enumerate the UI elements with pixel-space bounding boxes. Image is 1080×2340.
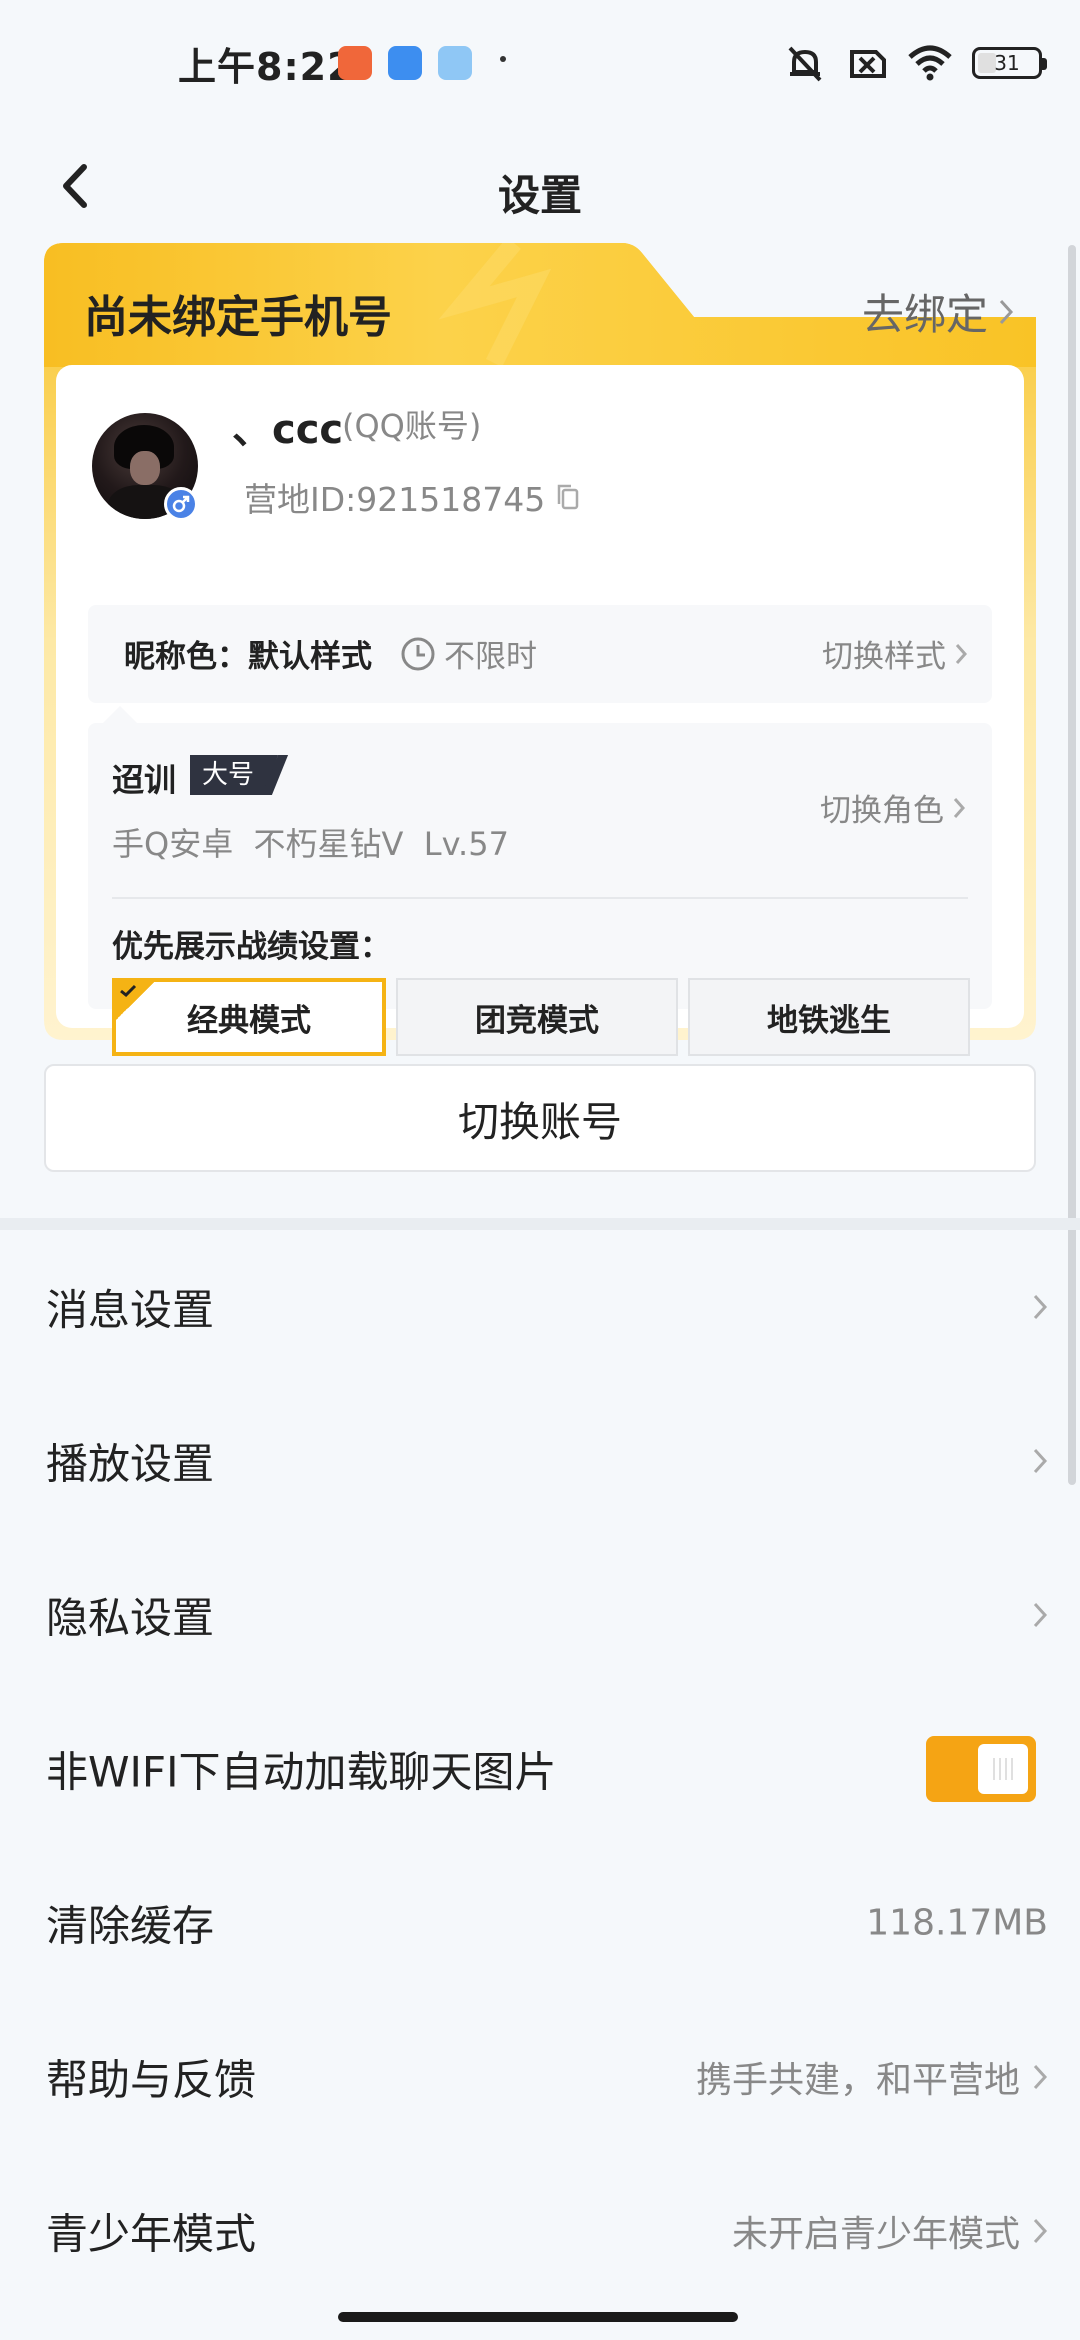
setting-value: 携手共建，和平营地 bbox=[695, 2060, 1020, 2101]
switch-role-label: 切换角色 bbox=[820, 793, 944, 829]
setting-message[interactable]: 消息设置 bbox=[0, 1230, 1080, 1384]
switch-style-link[interactable]: 切换样式 bbox=[822, 631, 968, 676]
chevron-right-icon bbox=[1033, 2218, 1048, 2244]
no-sim-icon bbox=[850, 50, 886, 78]
status-icons: 31 bbox=[782, 40, 1047, 86]
bind-phone-notice: 尚未绑定手机号 bbox=[84, 292, 392, 343]
male-gender-icon bbox=[164, 487, 198, 521]
setting-label: 隐私设置 bbox=[46, 1593, 215, 1643]
color-duration-text: 不限时 bbox=[444, 639, 537, 675]
chevron-right-icon bbox=[1033, 2064, 1048, 2090]
setting-label: 消息设置 bbox=[46, 1285, 215, 1335]
switch-account-button[interactable]: 切换账号 bbox=[44, 1064, 1036, 1172]
chevron-right-icon bbox=[1033, 1294, 1048, 1320]
nickname-color-row: 昵称色：默认样式 不限时 切换样式 bbox=[88, 605, 992, 703]
clock-icon bbox=[401, 637, 435, 670]
setting-label: 播放设置 bbox=[46, 1439, 215, 1489]
role-name: 迢训 bbox=[112, 761, 177, 799]
home-indicator[interactable] bbox=[338, 2312, 738, 2322]
camp-id-text: 营地ID:921518745 bbox=[244, 480, 546, 519]
wallet-app-icon bbox=[388, 46, 422, 80]
toggle-knob bbox=[978, 1744, 1028, 1794]
mode-label: 团竞模式 bbox=[475, 1002, 599, 1039]
game-app-icon bbox=[438, 46, 472, 80]
account-details: 、ccc (QQ账号) 营地ID:921518745 昵称色：默认样式 不限时 … bbox=[56, 365, 1024, 1056]
setting-playback[interactable]: 播放设置 bbox=[0, 1384, 1080, 1538]
setting-value: 未开启青少年模式 bbox=[731, 2214, 1020, 2255]
switch-style-label: 切换样式 bbox=[822, 639, 946, 675]
mode-label: 地铁逃生 bbox=[767, 1002, 891, 1039]
account-type: (QQ账号) bbox=[342, 407, 482, 445]
role-box-pointer bbox=[102, 706, 138, 724]
setting-label: 青少年模式 bbox=[46, 2209, 257, 2259]
setting-right: 携手共建，和平营地 bbox=[696, 2051, 1048, 2103]
setting-label: 非WIFI下自动加载聊天图片 bbox=[46, 1747, 557, 1797]
mode-selector: 经典模式 团竞模式 地铁逃生 bbox=[112, 978, 970, 1056]
setting-privacy[interactable]: 隐私设置 bbox=[0, 1538, 1080, 1692]
auto-load-toggle[interactable] bbox=[926, 1736, 1036, 1802]
page-title: 设置 bbox=[497, 171, 582, 220]
setting-right bbox=[1032, 1293, 1048, 1321]
setting-right bbox=[1032, 1601, 1048, 1629]
battery-indicator: 31 bbox=[972, 47, 1047, 79]
mode-team-button[interactable]: 团竞模式 bbox=[396, 978, 678, 1056]
mute-bell-icon bbox=[788, 46, 822, 82]
role-info: 手Q安卓 不朽星钻V Lv.57 bbox=[112, 825, 509, 863]
setting-label: 清除缓存 bbox=[46, 1901, 215, 1951]
switch-role-link[interactable]: 切换角色 bbox=[820, 785, 966, 830]
mode-metro-button[interactable]: 地铁逃生 bbox=[688, 978, 970, 1056]
setting-right: 未开启青少年模式 bbox=[732, 2205, 1048, 2257]
mode-label: 经典模式 bbox=[187, 1002, 311, 1039]
chevron-right-icon bbox=[955, 643, 968, 664]
cache-size: 118.17MB bbox=[866, 1902, 1048, 1944]
mall-app-icon bbox=[338, 46, 372, 80]
battery-level: 31 bbox=[994, 51, 1020, 75]
setting-clear-cache[interactable]: 清除缓存 118.17MB bbox=[0, 1846, 1080, 2000]
setting-help-feedback[interactable]: 帮助与反馈 携手共建，和平营地 bbox=[0, 2000, 1080, 2154]
setting-label: 帮助与反馈 bbox=[46, 2055, 257, 2105]
selected-check-icon bbox=[116, 982, 154, 1020]
setting-right bbox=[1032, 1447, 1048, 1475]
mode-classic-button[interactable]: 经典模式 bbox=[112, 978, 386, 1056]
copy-icon[interactable] bbox=[555, 482, 581, 512]
role-box: 迢训 大号 手Q安卓 不朽星钻V Lv.57 切换角色 优先展示战绩设置： 经典… bbox=[88, 723, 992, 1056]
preference-label: 优先展示战绩设置： bbox=[112, 929, 391, 965]
chevron-right-icon bbox=[999, 299, 1014, 324]
bind-phone-link-label: 去绑定 bbox=[861, 290, 988, 339]
nickname: 、ccc bbox=[232, 407, 344, 453]
account-card: 尚未绑定手机号 去绑定 、ccc (QQ账号) 营地ID:921518745 昵… bbox=[44, 243, 1036, 1056]
notification-dot bbox=[500, 56, 506, 62]
chevron-right-icon bbox=[1033, 1448, 1048, 1474]
divider bbox=[112, 897, 968, 899]
chevron-right-icon bbox=[953, 797, 966, 818]
color-duration: 不限时 bbox=[400, 631, 537, 676]
setting-auto-load-images: 非WIFI下自动加载聊天图片 bbox=[0, 1692, 1080, 1846]
section-divider bbox=[0, 1218, 1080, 1230]
settings-list: 消息设置 播放设置 隐私设置 非WIFI下自动加载聊天图片 清除缓存 118.1… bbox=[0, 1230, 1080, 2308]
wifi-icon bbox=[908, 45, 952, 81]
settings-screen: 上午8:22 31 设置 尚未绑定手机号 去绑定 、ccc (QQ账号) 营地I… bbox=[0, 0, 1080, 2340]
status-time: 上午8:22 bbox=[178, 45, 355, 89]
chevron-right-icon bbox=[1033, 1602, 1048, 1628]
status-bar: 上午8:22 31 bbox=[0, 0, 1080, 120]
nickname-color-label: 昵称色：默认样式 bbox=[124, 639, 372, 675]
setting-teen-mode[interactable]: 青少年模式 未开启青少年模式 bbox=[0, 2154, 1080, 2308]
camp-id[interactable]: 营地ID:921518745 bbox=[244, 473, 581, 521]
bind-phone-link[interactable]: 去绑定 bbox=[862, 281, 1014, 342]
